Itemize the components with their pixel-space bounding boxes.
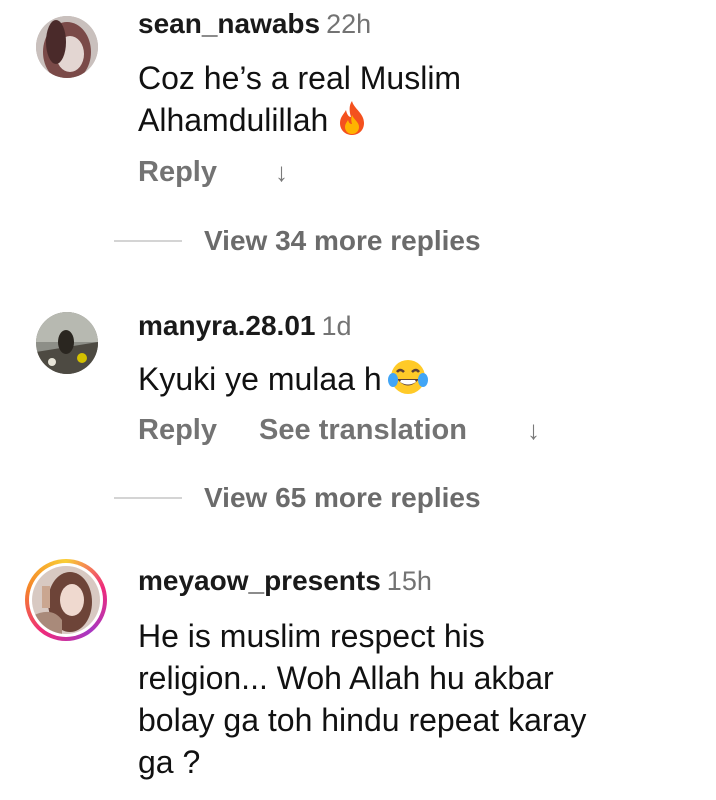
comment-text-line: Alhamdulillah — [138, 102, 329, 138]
reply-button[interactable]: Reply — [138, 414, 217, 447]
comment-sean-nawabs: sean_nawabs 22h Coz he’s a real Muslim Al… — [0, 0, 716, 256]
divider-line — [114, 497, 182, 499]
timestamp: 22h — [326, 9, 372, 39]
comment-text-line: He is muslim respect his — [138, 618, 485, 654]
divider-line — [114, 240, 182, 242]
comment-meyaow: meyaow_presents 15h He is muslim respect … — [0, 555, 716, 800]
translate-arrow-icon[interactable]: ↓ — [527, 415, 540, 446]
translate-arrow-icon[interactable]: ↓ — [275, 157, 288, 188]
view-more-label[interactable]: View 65 more replies — [204, 482, 481, 514]
comment-text-line: bolay ga toh hindu repeat karay — [138, 702, 587, 738]
comment-text: Coz he’s a real Muslim Alhamdulillah — [138, 57, 461, 147]
username[interactable]: manyra.28.01 — [138, 310, 315, 341]
timestamp: 1d — [321, 311, 352, 341]
username[interactable]: sean_nawabs — [138, 8, 320, 39]
fire-icon — [334, 99, 370, 147]
view-more-replies[interactable]: View 65 more replies — [114, 482, 481, 514]
comment-manyra: manyra.28.01 1d Kyuki ye mulaa h Reply Se… — [0, 300, 716, 540]
comment-text-line: ga ? — [138, 744, 201, 780]
username[interactable]: meyaow_presents — [138, 565, 381, 596]
avatar-story-ring[interactable] — [25, 559, 107, 641]
timestamp: 15h — [386, 566, 432, 596]
view-more-label[interactable]: View 34 more replies — [204, 225, 481, 257]
comment-text-line: religion... Woh Allah hu akbar — [138, 660, 554, 696]
see-translation-button[interactable]: See translation — [259, 414, 467, 447]
reply-button[interactable]: Reply — [138, 156, 217, 189]
avatar[interactable] — [36, 16, 98, 78]
view-more-replies[interactable]: View 34 more replies — [114, 225, 481, 257]
tears-of-joy-icon — [387, 358, 428, 406]
avatar[interactable] — [32, 566, 100, 634]
comment-text-line: Coz he’s a real Muslim — [138, 60, 462, 96]
comment-text: He is muslim respect his religion... Woh… — [138, 615, 586, 783]
comment-text-line: Kyuki ye mulaa h — [138, 361, 382, 397]
comment-text: Kyuki ye mulaa h — [138, 358, 428, 406]
avatar[interactable] — [36, 312, 98, 374]
